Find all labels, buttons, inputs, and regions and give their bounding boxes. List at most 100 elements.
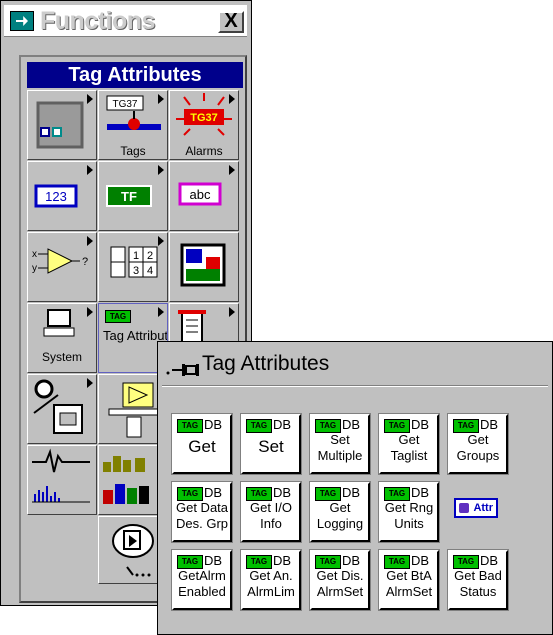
svg-text:x: x bbox=[32, 249, 37, 260]
functions-title: Functions bbox=[40, 7, 155, 35]
button-label-line2: Units bbox=[394, 516, 424, 531]
title-separator bbox=[162, 385, 548, 387]
button-label-line1: Get Rng bbox=[384, 500, 434, 515]
attr-label: Attr bbox=[454, 498, 498, 518]
db-label: DB bbox=[204, 553, 223, 568]
svg-text:TF: TF bbox=[121, 189, 137, 204]
svg-text:y: y bbox=[32, 263, 37, 274]
structures-palette-button[interactable] bbox=[27, 90, 97, 160]
string-palette-button[interactable]: abc bbox=[169, 161, 239, 231]
svg-text:4: 4 bbox=[147, 265, 153, 277]
analysis-palette-button[interactable] bbox=[27, 445, 97, 515]
tag-badge: TAG bbox=[315, 419, 341, 433]
comparison-icon: x y ? bbox=[32, 248, 88, 274]
boolean-palette-button[interactable]: TF bbox=[98, 161, 168, 231]
button-label-line1: Get I/O bbox=[250, 500, 292, 515]
tag-function-button[interactable]: TAG DB Get Taglist bbox=[378, 413, 440, 475]
array-palette-button[interactable]: 1 2 3 4 bbox=[98, 232, 168, 302]
button-label-line1: Get Bad bbox=[454, 568, 502, 583]
numeric-icon: 123 bbox=[34, 184, 78, 208]
close-button[interactable]: X bbox=[218, 11, 244, 33]
boolean-icon: TF bbox=[106, 185, 152, 207]
tag-badge: TAG bbox=[384, 419, 410, 433]
svg-text:3: 3 bbox=[133, 265, 139, 277]
db-label: DB bbox=[411, 485, 430, 500]
tag-function-button[interactable]: TAG DB GetAlrm Enabled bbox=[171, 549, 233, 611]
svg-text:abc: abc bbox=[190, 187, 211, 202]
tag-function-button[interactable]: TAG DB Get Rng Units bbox=[378, 481, 440, 543]
numeric-palette-button[interactable]: 123 bbox=[27, 161, 97, 231]
system-label: System bbox=[41, 350, 82, 364]
svg-text:TG37: TG37 bbox=[112, 99, 137, 110]
tag-badge: TAG bbox=[315, 487, 341, 501]
button-label-line1: Get bbox=[188, 437, 216, 456]
attribute-node-button[interactable]: Attr bbox=[448, 482, 508, 542]
waveform-icon bbox=[32, 448, 90, 503]
button-label-line2: AlrmLim bbox=[247, 584, 295, 599]
tag-badge: TAG bbox=[177, 555, 203, 569]
svg-text:1: 1 bbox=[133, 250, 139, 262]
tag-function-button[interactable]: TAG DB Get An. AlrmLim bbox=[240, 549, 302, 611]
tag-function-button[interactable]: TAG DB Get Logging bbox=[309, 481, 371, 543]
alarms-label: Alarms bbox=[185, 144, 223, 158]
button-label-line2: Des. Grp bbox=[175, 516, 228, 531]
tag-badge: TAG bbox=[246, 555, 272, 569]
tag-badge: TAG bbox=[315, 555, 341, 569]
functions-arrow-icon bbox=[10, 11, 34, 31]
tag-badge: TAG bbox=[384, 487, 410, 501]
tag-badge: TAG bbox=[105, 310, 131, 323]
tag-function-button[interactable]: TAG DB Get Data Des. Grp bbox=[171, 481, 233, 543]
tag-badge: TAG bbox=[384, 555, 410, 569]
tag-badge: TAG bbox=[177, 419, 203, 433]
db-label: DB bbox=[411, 417, 430, 432]
button-label-line2: Multiple bbox=[317, 448, 363, 463]
tag-function-button[interactable]: TAG DB Get BtA AlrmSet bbox=[378, 549, 440, 611]
functions-title-bar[interactable]: Functions X bbox=[4, 5, 247, 37]
tag-function-button[interactable]: TAG DB Get Bad Status bbox=[447, 549, 509, 611]
button-label-line2: Taglist bbox=[390, 448, 428, 463]
button-label-line1: Get bbox=[467, 432, 489, 447]
button-label-line2: Status bbox=[459, 584, 497, 599]
svg-text:?: ? bbox=[82, 256, 88, 268]
system-palette-button[interactable]: System bbox=[27, 303, 97, 373]
button-label-line2: Logging bbox=[316, 516, 364, 531]
button-label-line1: Get Dis. bbox=[316, 568, 364, 583]
tag-function-button[interactable]: TAG DB Get Groups bbox=[447, 413, 509, 475]
tag-function-button[interactable]: TAG DB Set bbox=[240, 413, 302, 475]
button-label-line1: Get bbox=[329, 500, 351, 515]
db-label: DB bbox=[204, 417, 223, 432]
array-icon: 1 2 3 4 bbox=[110, 246, 158, 278]
db-label: DB bbox=[273, 417, 292, 432]
tag-badge: TAG bbox=[177, 487, 203, 501]
svg-text:123: 123 bbox=[45, 189, 67, 204]
db-label: DB bbox=[480, 417, 499, 432]
button-label-line1: Get Data bbox=[175, 500, 229, 515]
db-label: DB bbox=[273, 553, 292, 568]
computer-icon bbox=[43, 309, 75, 337]
tag-function-button[interactable]: TAG DB Get bbox=[171, 413, 233, 475]
db-label: DB bbox=[273, 485, 292, 500]
tag-function-button[interactable]: TAG DB Get I/O Info bbox=[240, 481, 302, 543]
comparison-palette-button[interactable]: x y ? bbox=[27, 232, 97, 302]
db-label: DB bbox=[342, 485, 361, 500]
alarms-palette-button[interactable]: TG37 Alarms bbox=[169, 90, 239, 160]
time-dialog-palette-button[interactable] bbox=[27, 374, 97, 444]
svg-text:TG37: TG37 bbox=[190, 112, 218, 124]
button-label-line2: Enabled bbox=[178, 584, 226, 599]
svg-text:2: 2 bbox=[147, 250, 153, 262]
cluster-palette-button[interactable] bbox=[169, 232, 239, 302]
tag-badge: TAG bbox=[246, 487, 272, 501]
tag-function-button[interactable]: TAG DB Get Dis. AlrmSet bbox=[309, 549, 371, 611]
clock-dialog-icon bbox=[33, 379, 83, 434]
tag-badge: TAG bbox=[453, 419, 479, 433]
string-icon: abc bbox=[178, 182, 222, 206]
button-label-line1: GetAlrm bbox=[178, 568, 226, 583]
tag-badge: TAG bbox=[246, 419, 272, 433]
tag-function-button[interactable]: TAG DB Set Multiple bbox=[309, 413, 371, 475]
structures-icon bbox=[36, 101, 84, 149]
cluster-icon bbox=[180, 243, 226, 287]
tag-attributes-title: Tag Attributes bbox=[202, 352, 330, 375]
palette-header: Tag Attributes bbox=[27, 62, 243, 88]
db-label: DB bbox=[480, 553, 499, 568]
tags-palette-button[interactable]: TG37 Tags bbox=[98, 90, 168, 160]
